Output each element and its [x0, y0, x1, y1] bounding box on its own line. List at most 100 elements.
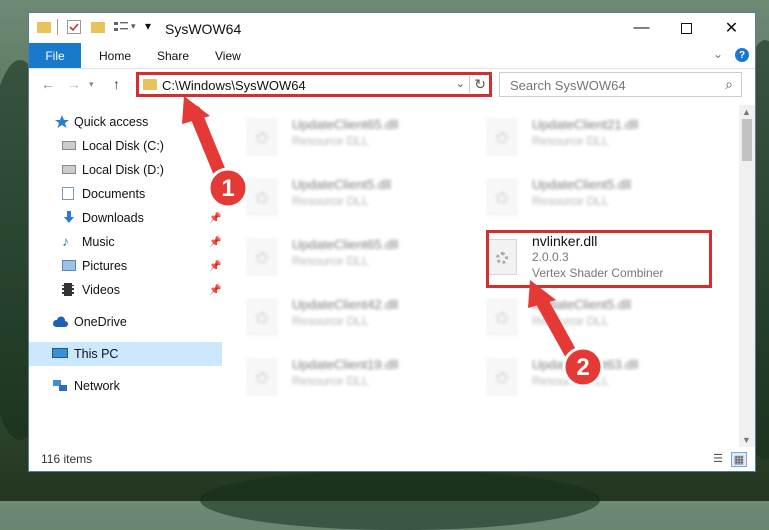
file-name: UpdateClient5.dll: [532, 297, 632, 312]
list-item[interactable]: UpdateClient5.dll Resource DLL: [474, 173, 704, 223]
folder-icon: [37, 22, 51, 33]
dll-file-icon: [487, 119, 517, 155]
dll-file-icon: [247, 179, 277, 215]
sidebar-item-pictures[interactable]: Pictures 📌: [29, 254, 222, 278]
scroll-down-icon[interactable]: ▼: [742, 435, 751, 445]
background-tree: [200, 470, 600, 530]
sidebar-item-label: Local Disk (D:): [82, 163, 164, 177]
film-icon: [62, 283, 74, 296]
sidebar-item-label: OneDrive: [74, 315, 127, 329]
file-description: Resource DLL: [292, 194, 369, 208]
music-note-icon: ♪: [62, 233, 69, 249]
computer-icon: [52, 348, 68, 358]
window-title: SysWOW64: [165, 21, 242, 37]
sidebar-item-music[interactable]: ♪ Music 📌: [29, 230, 222, 254]
customize-qat-icon[interactable]: ▾: [145, 19, 151, 33]
sidebar-item-this-pc[interactable]: This PC: [29, 342, 222, 366]
sidebar-item-label: Videos: [82, 283, 120, 297]
file-name: UpdateClient5.dll: [532, 177, 632, 192]
dll-file-icon: [487, 359, 517, 395]
help-icon[interactable]: ?: [735, 48, 749, 62]
explorer-window: ▾ ▾ SysWOW64 — ✕ File Home Share View ⌄ …: [28, 12, 756, 472]
details-view-icon[interactable]: ☰: [711, 452, 725, 465]
sidebar-item-quick-access[interactable]: Quick access: [29, 110, 222, 134]
file-description: Resource DLL: [532, 194, 609, 208]
minimize-button[interactable]: —: [619, 13, 664, 43]
pin-icon[interactable]: 📌: [209, 213, 221, 224]
sidebar-item-label: This PC: [74, 347, 119, 361]
drive-icon: [62, 141, 76, 150]
dll-file-icon: [247, 299, 277, 335]
list-item[interactable]: UpdateClient65.dll Resource DLL: [234, 113, 464, 163]
new-folder-icon[interactable]: [91, 22, 105, 33]
search-input[interactable]: [508, 77, 712, 94]
refresh-icon[interactable]: ↻: [469, 76, 486, 93]
search-icon[interactable]: ⌕: [725, 76, 733, 93]
drive-icon: [62, 165, 76, 174]
file-description: Resource DLL: [292, 134, 369, 148]
sidebar-item-onedrive[interactable]: OneDrive: [29, 310, 222, 334]
back-arrow-icon[interactable]: ←: [41, 76, 55, 92]
list-item[interactable]: UpdateClient5.dll Resource DLL: [234, 173, 464, 223]
close-button[interactable]: ✕: [709, 13, 754, 43]
tab-file[interactable]: File: [29, 43, 81, 68]
sidebar-item-local-disk-c[interactable]: Local Disk (C:): [29, 134, 222, 158]
recent-locations-icon[interactable]: ▾: [89, 79, 94, 90]
file-description: Resource DLL: [532, 134, 609, 148]
list-item[interactable]: UpdateClient42.dll Resource DLL: [234, 293, 464, 343]
list-item[interactable]: UpdateClient19.dll Resource DLL: [234, 353, 464, 403]
sidebar-item-downloads[interactable]: Downloads 📌: [29, 206, 222, 230]
address-path[interactable]: C:\Windows\SysWOW64: [162, 78, 306, 93]
status-bar: 116 items ☰ ▦: [29, 447, 755, 471]
file-name: UpdateClient65.dll: [292, 117, 399, 132]
network-icon: [53, 380, 67, 391]
file-name: UpdateClient19.dll: [292, 357, 399, 372]
sidebar-item-local-disk-d[interactable]: Local Disk (D:): [29, 158, 222, 182]
up-arrow-icon[interactable]: ↑: [113, 76, 120, 92]
file-description: Resource DLL: [292, 374, 369, 388]
vertical-scrollbar[interactable]: ▲ ▼: [739, 105, 755, 447]
sidebar-item-videos[interactable]: Videos 📌: [29, 278, 222, 302]
tab-share[interactable]: Share: [157, 49, 189, 63]
forward-arrow-icon[interactable]: →: [67, 76, 81, 92]
sidebar-item-label: Local Disk (C:): [82, 139, 164, 153]
scroll-up-icon[interactable]: ▲: [742, 107, 751, 117]
list-item[interactable]: UpdateClient65.dll Resource DLL: [234, 233, 464, 283]
chevron-down-icon[interactable]: ⌄: [456, 77, 465, 90]
scrollbar-thumb[interactable]: [742, 119, 752, 161]
documents-icon: [62, 187, 74, 200]
dll-file-icon: [487, 299, 517, 335]
item-count: 116 items: [41, 452, 93, 466]
sidebar-item-documents[interactable]: Documents: [29, 182, 222, 206]
pin-icon[interactable]: 📌: [209, 237, 221, 248]
folder-icon: [143, 79, 157, 90]
list-item[interactable]: UpdateClient21.dll Resource DLL: [474, 113, 704, 163]
maximize-button[interactable]: [664, 13, 709, 43]
tab-view[interactable]: View: [215, 49, 241, 63]
cloud-icon: [52, 316, 68, 327]
sidebar-item-label: Downloads: [82, 211, 144, 225]
title-bar: ▾ ▾ SysWOW64 — ✕: [29, 13, 755, 43]
pin-icon[interactable]: 📌: [209, 285, 221, 296]
tab-home[interactable]: Home: [99, 49, 131, 63]
step-number-2: 2: [576, 354, 590, 381]
chevron-down-icon[interactable]: ▾: [131, 21, 136, 32]
pictures-icon: [62, 260, 76, 271]
file-name: UpdateClient21.dll: [532, 117, 639, 132]
view-options-icon[interactable]: [113, 20, 128, 34]
properties-icon[interactable]: [67, 20, 81, 34]
large-icons-view-icon[interactable]: ▦: [731, 452, 747, 467]
separator: [57, 19, 58, 35]
navigation-pane: Quick access Local Disk (C:) Local Disk …: [29, 105, 222, 447]
expand-ribbon-icon[interactable]: ⌄: [713, 47, 723, 61]
sidebar-item-network[interactable]: Network: [29, 374, 222, 398]
dll-file-icon: [247, 239, 277, 275]
dll-file-icon: [487, 179, 517, 215]
list-item[interactable]: UpdateClient5.dll Resource DLL: [474, 293, 704, 343]
search-box[interactable]: ⌕: [499, 72, 742, 97]
sidebar-item-label: Quick access: [74, 115, 149, 129]
address-bar[interactable]: C:\Windows\SysWOW64 ⌄ ↻: [136, 72, 492, 97]
pin-icon[interactable]: 📌: [209, 261, 221, 272]
file-name: UpdateClient65.dll: [292, 237, 399, 252]
dll-file-icon: [247, 359, 277, 395]
